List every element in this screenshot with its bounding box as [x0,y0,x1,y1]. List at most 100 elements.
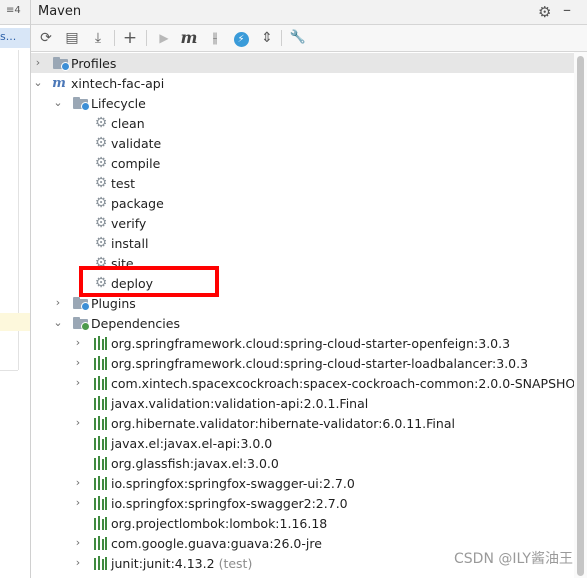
watermark: CSDN @ILY酱油王 [454,551,573,567]
add-icon[interactable]: + [120,28,140,48]
library-icon [92,335,108,351]
chevron-right-icon[interactable]: › [71,354,85,372]
left-panel-selected-item[interactable]: s... [0,28,30,48]
maven-panel-header: Maven ⚙ – [31,0,587,25]
maven-project-icon: m [52,76,66,91]
library-icon [92,395,108,411]
chevron-down-icon[interactable]: ⌄ [51,94,65,112]
goal-label: install [111,236,149,251]
toolbar-separator [146,30,147,46]
tree-row-goal[interactable]: ⚙ site [31,253,574,273]
left-panel-hline [0,370,18,371]
dependency-label: junit:junit:4.13.2 (test) [111,556,253,571]
tree-row-dependency[interactable]: › io.springfox:springfox-swagger-ui:2.7.0 [31,473,574,493]
tree-row-dependency[interactable]: › io.springfox:springfox-swagger2:2.7.0 [31,493,574,513]
profiles-folder-icon [52,55,70,71]
download-icon[interactable]: ⤓ [88,28,108,48]
chevron-right-icon[interactable]: › [71,534,85,552]
tree-row-dependency[interactable]: › org.hibernate.validator:hibernate-valid… [31,413,574,433]
dependency-scope: (test) [218,556,253,571]
library-icon [92,375,108,391]
chevron-right-icon[interactable]: › [71,494,85,512]
settings-wrench-icon[interactable]: 🔧 [288,28,308,48]
chevron-down-icon[interactable]: ⌄ [31,74,45,92]
vertical-scrollbar[interactable] [574,52,587,578]
left-panel-strip: ≡4 s... [0,0,31,578]
tree-row-project[interactable]: ⌄ m xintech-fac-api [31,73,574,93]
library-icon [92,475,108,491]
tree-row-dependency[interactable]: org.glassfish:javax.el:3.0.0 [31,453,574,473]
goal-label: clean [111,116,145,131]
gear-icon: ⚙ [94,155,108,171]
reload-icon[interactable]: ⟳ [36,28,56,48]
collapse-all-icon[interactable]: ⇕ [257,28,277,48]
tree-row-dependencies[interactable]: ⌄ Dependencies [31,313,574,333]
left-panel-header-label: ≡4 [6,5,21,16]
scrollbar-thumb[interactable] [577,56,584,576]
library-icon [92,555,108,571]
gear-icon: ⚙ [94,235,108,251]
gear-icon: ⚙ [94,195,108,211]
toolbar-separator [281,30,282,46]
library-icon [92,415,108,431]
tree-row-goal[interactable]: ⚙ clean [31,113,574,133]
toggle-offline-icon[interactable]: ⫲ [205,28,225,48]
library-icon [92,455,108,471]
plugins-label: Plugins [91,296,136,311]
tree-row-lifecycle[interactable]: ⌄ Lifecycle [31,93,574,113]
library-icon [92,495,108,511]
tree-row-profiles[interactable]: › Profiles [31,53,574,73]
dependency-label: org.springframework.cloud:spring-cloud-s… [111,336,511,351]
generate-sources-icon[interactable]: ▤ [62,28,82,48]
dependency-label: io.springfox:springfox-swagger-ui:2.7.0 [111,476,355,491]
dependencies-label: Dependencies [91,316,180,331]
dependencies-folder-icon [72,315,90,331]
tree-row-goal[interactable]: ⚙ compile [31,153,574,173]
tree-row-plugins[interactable]: › Plugins [31,293,574,313]
chevron-down-icon[interactable]: ⌄ [51,314,65,332]
goal-label: test [111,176,136,191]
library-icon [92,435,108,451]
chevron-right-icon[interactable]: › [71,414,85,432]
tree-row-dependency[interactable]: › org.springframework.cloud:spring-cloud-… [31,353,574,373]
chevron-right-icon[interactable]: › [71,554,85,572]
library-icon [92,355,108,371]
chevron-right-icon[interactable]: › [71,374,85,392]
tree-row-goal[interactable]: ⚙ test [31,173,574,193]
execute-goal-icon[interactable]: m [179,28,199,48]
tree-row-dependency[interactable]: javax.validation:validation-api:2.0.1.Fi… [31,393,574,413]
tree-row-goal[interactable]: ⚙ install [31,233,574,253]
left-panel-highlight [0,313,30,331]
run-icon[interactable]: ▶ [154,28,174,48]
chevron-right-icon[interactable]: › [51,294,65,312]
dependency-label: javax.el:javax.el-api:3.0.0 [111,436,273,451]
lifecycle-label: Lifecycle [91,96,146,111]
gear-icon: ⚙ [94,135,108,151]
gear-icon: ⚙ [94,255,108,271]
gear-icon: ⚙ [94,175,108,191]
dependency-label: com.google.guava:guava:26.0-jre [111,536,322,551]
skip-tests-icon[interactable]: ⚡ [231,28,251,48]
chevron-right-icon[interactable]: › [31,54,45,72]
dependency-label: org.glassfish:javax.el:3.0.0 [111,456,279,471]
tree-row-goal[interactable]: ⚙ package [31,193,574,213]
chevron-right-icon[interactable]: › [71,474,85,492]
chevron-right-icon[interactable]: › [71,334,85,352]
goal-label: package [111,196,164,211]
tree-row-goal[interactable]: ⚙ verify [31,213,574,233]
goal-label: verify [111,216,147,231]
dependency-label: com.xintech.spacexcockroach:spacex-cockr… [111,376,574,391]
tree-row-dependency[interactable]: › org.springframework.cloud:spring-cloud-… [31,333,574,353]
tree-row-goal-deploy[interactable]: ⚙ deploy [31,273,574,293]
tree-row-dependency[interactable]: › com.xintech.spacexcockroach:spacex-cock… [31,373,574,393]
tree-row-dependency[interactable]: org.projectlombok:lombok:1.16.18 [31,513,574,533]
library-icon [92,515,108,531]
tree-row-dependency[interactable]: javax.el:javax.el-api:3.0.0 [31,433,574,453]
tree-row-goal[interactable]: ⚙ validate [31,133,574,153]
profiles-label: Profiles [71,56,117,71]
minimize-icon[interactable]: – [563,1,571,19]
gear-icon: ⚙ [94,115,108,131]
toolbar-separator [114,30,115,46]
gear-icon[interactable]: ⚙ [538,3,551,21]
dependency-label: org.springframework.cloud:spring-cloud-s… [111,356,529,371]
